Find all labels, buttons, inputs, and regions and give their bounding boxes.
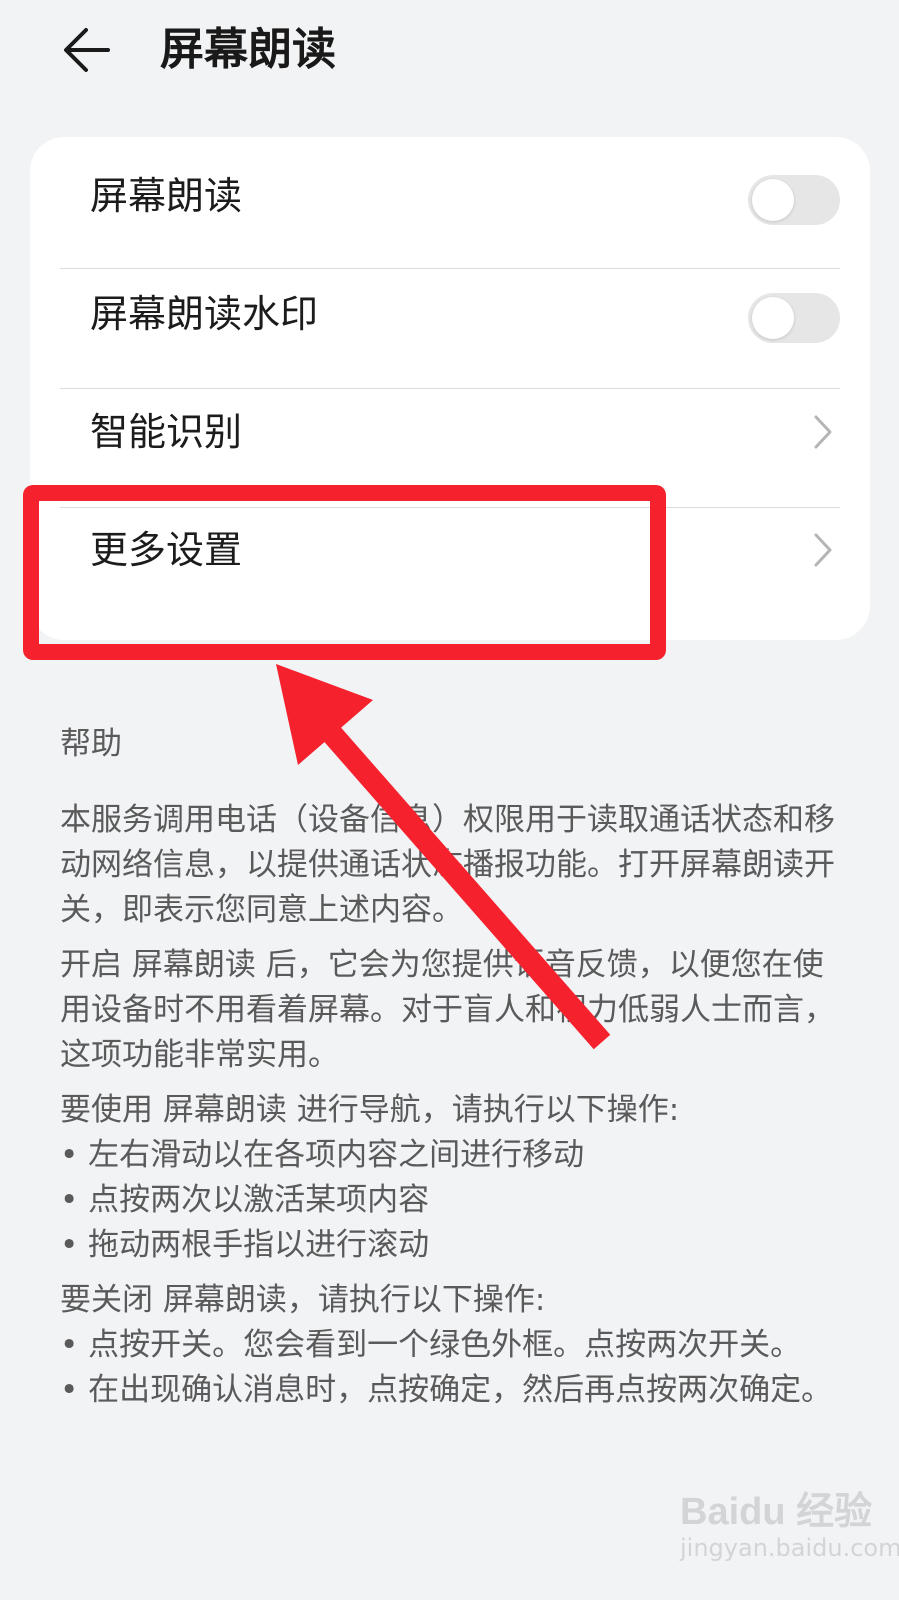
setting-label: 屏幕朗读 — [90, 174, 243, 218]
screen-reader-toggle[interactable] — [748, 175, 840, 225]
chevron-right-icon — [814, 415, 832, 449]
help-bullet: • 点按开关。您会看到一个绿色外框。点按两次开关。 — [60, 1327, 802, 1363]
help-paragraph: 要使用 屏幕朗读 进行导航，请执行以下操作: — [60, 1092, 680, 1128]
setting-label: 智能识别 — [90, 410, 243, 454]
help-close-intro: 要关闭 屏幕朗读，请执行以下操作: — [60, 1282, 546, 1318]
back-button[interactable] — [58, 18, 122, 82]
setting-label: 屏幕朗读水印 — [90, 292, 319, 336]
setting-row-screen-reader[interactable]: 屏幕朗读 — [60, 137, 840, 255]
watermark-toggle[interactable] — [748, 293, 840, 343]
page-title: 屏幕朗读 — [160, 24, 336, 75]
toggle-knob — [752, 179, 794, 221]
settings-card: 屏幕朗读 屏幕朗读水印 智能识别 更多设置 — [30, 137, 870, 640]
help-title: 帮助 — [60, 726, 122, 762]
help-bullet: • 左右滑动以在各项内容之间进行移动 — [60, 1137, 585, 1173]
help-bullet: • 拖动两根手指以进行滚动 — [60, 1227, 430, 1263]
setting-row-smart-recognition[interactable]: 智能识别 — [60, 373, 840, 491]
watermark-logo: Baidu 经验 — [680, 1491, 873, 1533]
app-header: 屏幕朗读 — [0, 0, 899, 100]
setting-label: 更多设置 — [90, 528, 243, 572]
back-arrow-icon — [64, 28, 110, 72]
help-paragraph: 本服务调用电话（设备信息）权限用于读取通话状态和移动网络信息，以提供通话状态播报… — [60, 802, 835, 928]
baidu-jingyan-watermark: Baidu 经验 jingyan.baidu.com — [680, 1470, 899, 1590]
setting-row-watermark[interactable]: 屏幕朗读水印 — [60, 255, 840, 373]
help-bullet: • 在出现确认消息时，点按确定，然后再点按两次确定。 — [60, 1372, 833, 1408]
toggle-knob — [752, 297, 794, 339]
help-bullet: • 点按两次以激活某项内容 — [60, 1182, 430, 1218]
watermark-url: jingyan.baidu.com — [680, 1534, 899, 1562]
help-section: 帮助 本服务调用电话（设备信息）权限用于读取通话状态和移动网络信息，以提供通话状… — [60, 720, 840, 1413]
chevron-right-icon — [814, 533, 832, 567]
setting-row-more-settings[interactable]: 更多设置 — [60, 491, 840, 609]
help-paragraph: 开启 屏幕朗读 后，它会为您提供语音反馈，以便您在使用设备时不用看着屏幕。对于盲… — [60, 947, 835, 1073]
